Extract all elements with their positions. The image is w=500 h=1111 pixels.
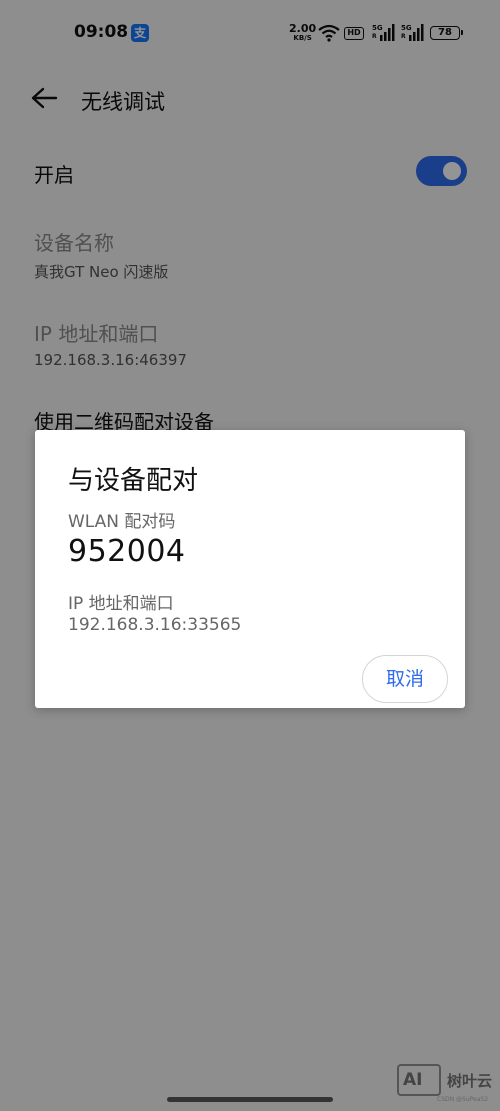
dialog-ip-label: IP 地址和端口 bbox=[68, 594, 174, 614]
watermark-logo: AI bbox=[397, 1064, 441, 1096]
home-indicator[interactable] bbox=[167, 1097, 333, 1102]
screen: 09:08 支 2.00 KB/S HD 5G R 5G R 78 无线调试 开… bbox=[0, 0, 500, 1111]
pairing-code-label: WLAN 配对码 bbox=[68, 512, 176, 532]
cancel-button[interactable]: 取消 bbox=[362, 655, 448, 703]
dialog-ip-value: 192.168.3.16:33565 bbox=[68, 615, 242, 635]
watermark: AI 树叶云 CSDN @SuPeaS2 bbox=[397, 1064, 497, 1104]
pairing-code: 952004 bbox=[68, 534, 186, 569]
watermark-subtext: CSDN @SuPeaS2 bbox=[437, 1096, 489, 1103]
dialog-title: 与设备配对 bbox=[68, 466, 199, 496]
pairing-dialog: 与设备配对 WLAN 配对码 952004 IP 地址和端口 192.168.3… bbox=[35, 430, 465, 708]
watermark-text: 树叶云 bbox=[447, 1072, 493, 1090]
